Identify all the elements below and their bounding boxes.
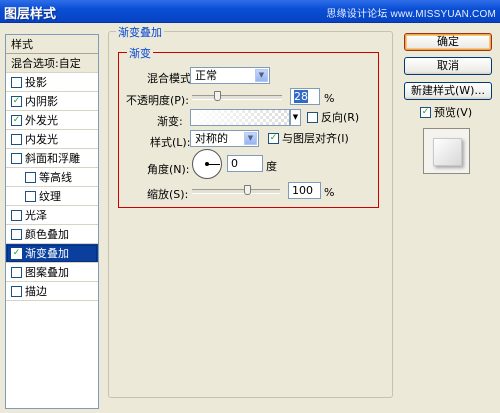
style-item-texture[interactable]: 纹理 <box>6 187 98 206</box>
style-item-label: 渐变叠加 <box>25 247 69 260</box>
style-item-inner-glow[interactable]: 内发光 <box>6 130 98 149</box>
group-title: 渐变 <box>127 45 153 61</box>
align-label: 与图层对齐(I) <box>282 132 349 145</box>
scale-label: 缩放(S): <box>147 188 189 201</box>
style-item-label: 描边 <box>25 285 47 298</box>
preview-check-box[interactable]: ✓ <box>420 106 431 118</box>
opacity-value: 28 <box>294 90 308 103</box>
opacity-input[interactable]: 28 <box>290 88 320 105</box>
blend-options-item[interactable]: 混合选项:自定 <box>6 54 98 73</box>
angle-input[interactable]: 0 <box>227 155 263 172</box>
scale-input[interactable]: 100 <box>288 182 321 199</box>
gradient-label: 渐变: <box>157 115 183 128</box>
style-item-label: 纹理 <box>39 190 61 203</box>
style-item-label: 颜色叠加 <box>25 228 69 241</box>
checkbox-satin[interactable] <box>11 209 22 221</box>
chevron-down-icon: ▼ <box>255 69 268 82</box>
style-list: 样式 混合选项:自定 投影 ✓ 内阴影 ✓ 外发光 内发光 斜面和浮雕 等高线 纹理… <box>5 34 99 409</box>
style-item-label: 外发光 <box>25 114 58 127</box>
angle-label: 角度(N): <box>147 163 190 176</box>
preview-checkbox[interactable]: ✓ 预览(V) <box>420 104 472 120</box>
checkbox-bevel-emboss[interactable] <box>11 152 22 164</box>
ok-button[interactable]: 确定 <box>404 33 492 51</box>
cancel-button[interactable]: 取消 <box>404 57 492 75</box>
style-label: 样式(L): <box>150 136 191 149</box>
style-item-label: 斜面和浮雕 <box>25 152 80 165</box>
gradient-dropdown-arrow[interactable]: ▼ <box>290 109 301 126</box>
checkbox-color-overlay[interactable] <box>11 228 22 240</box>
style-item-stroke[interactable]: 描边 <box>6 282 98 301</box>
style-item-label: 等高线 <box>39 171 72 184</box>
preview-label: 预览(V) <box>434 106 473 119</box>
chevron-down-icon: ▼ <box>244 132 257 145</box>
blend-mode-value: 正常 <box>195 69 217 82</box>
style-item-label: 图案叠加 <box>25 266 69 279</box>
angle-unit: 度 <box>266 160 277 173</box>
checkbox-pattern-overlay[interactable] <box>11 266 22 278</box>
reverse-label: 反向(R) <box>321 111 360 124</box>
style-item-label: 内发光 <box>25 133 58 146</box>
blend-mode-select[interactable]: 正常 ▼ <box>190 67 270 84</box>
style-item-bevel-emboss[interactable]: 斜面和浮雕 <box>6 149 98 168</box>
blend-mode-label: 混合模式: <box>147 72 195 85</box>
new-style-button[interactable]: 新建样式(W)... <box>404 82 492 100</box>
gradient-style-value: 对称的 <box>195 132 228 145</box>
checkbox-contour[interactable] <box>25 171 36 183</box>
checkbox-gradient-overlay[interactable]: ✓ <box>11 247 22 259</box>
align-with-layer-checkbox[interactable]: ✓ 与图层对齐(I) <box>268 132 349 146</box>
title-bar[interactable]: 图层样式 思缘设计论坛 www.MISSYUAN.COM <box>0 0 500 23</box>
style-item-label: 投影 <box>25 76 47 89</box>
style-item-inner-shadow[interactable]: ✓ 内阴影 <box>6 92 98 111</box>
group-title: 渐变叠加 <box>116 24 164 40</box>
checkbox-outer-glow[interactable]: ✓ <box>11 114 22 126</box>
style-item-label: 内阴影 <box>25 95 58 108</box>
style-item-satin[interactable]: 光泽 <box>6 206 98 225</box>
checkbox-inner-glow[interactable] <box>11 133 22 145</box>
align-check-box[interactable]: ✓ <box>268 132 279 144</box>
opacity-slider-thumb[interactable] <box>214 91 221 101</box>
opacity-unit: % <box>324 92 335 105</box>
scale-unit: % <box>324 186 335 199</box>
style-item-contour[interactable]: 等高线 <box>6 168 98 187</box>
preview-swatch <box>433 138 462 166</box>
checkbox-drop-shadow[interactable] <box>11 76 22 88</box>
style-list-header[interactable]: 样式 <box>6 35 98 54</box>
angle-value: 0 <box>231 157 238 170</box>
angle-dial[interactable] <box>192 149 222 179</box>
checkbox-texture[interactable] <box>25 190 36 202</box>
style-item-drop-shadow[interactable]: 投影 <box>6 73 98 92</box>
opacity-slider[interactable] <box>192 95 282 100</box>
style-item-outer-glow[interactable]: ✓ 外发光 <box>6 111 98 130</box>
checkbox-stroke[interactable] <box>11 285 22 297</box>
opacity-label: 不透明度(P): <box>126 94 189 107</box>
style-item-color-overlay[interactable]: 颜色叠加 <box>6 225 98 244</box>
style-item-gradient-overlay[interactable]: ✓ 渐变叠加 <box>6 244 98 263</box>
gradient-picker[interactable] <box>190 109 290 126</box>
style-item-pattern-overlay[interactable]: 图案叠加 <box>6 263 98 282</box>
scale-value: 100 <box>292 184 313 197</box>
window-title: 图层样式 <box>4 7 57 22</box>
watermark: 思缘设计论坛 www.MISSYUAN.COM <box>326 9 496 20</box>
scale-slider[interactable] <box>192 189 280 194</box>
angle-center-dot <box>205 162 209 166</box>
checkbox-inner-shadow[interactable]: ✓ <box>11 95 22 107</box>
style-item-label: 光泽 <box>25 209 47 222</box>
reverse-check-box[interactable] <box>307 111 318 123</box>
reverse-checkbox[interactable]: 反向(R) <box>307 111 359 125</box>
style-preview <box>423 128 470 174</box>
scale-slider-thumb[interactable] <box>244 185 251 195</box>
gradient-style-select[interactable]: 对称的 ▼ <box>190 130 259 147</box>
